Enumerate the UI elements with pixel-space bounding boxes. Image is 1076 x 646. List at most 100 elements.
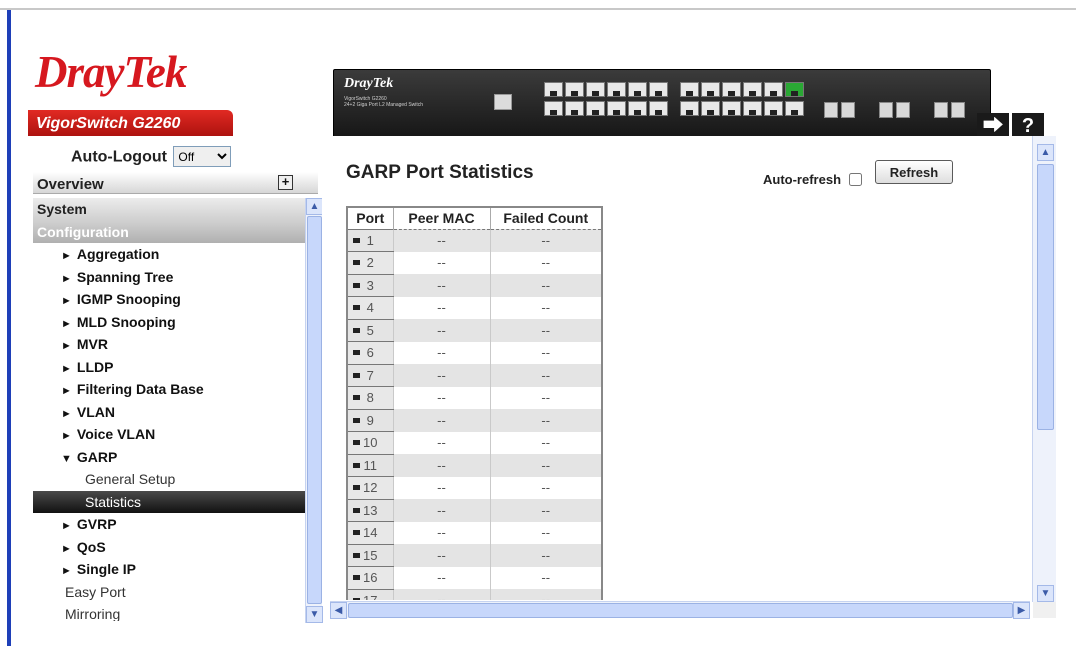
sidebar-scroll-thumb[interactable] <box>307 216 322 604</box>
sidebar-item-statistics[interactable]: Statistics <box>33 490 305 513</box>
port-icon[interactable] <box>607 101 626 116</box>
sfp-port-icon[interactable] <box>896 102 910 118</box>
table-row: 9 -- -- <box>346 408 602 432</box>
table-cell-mac: -- <box>393 454 491 477</box>
sidebar-item-spanning-tree[interactable]: ► Spanning Tree <box>33 266 305 289</box>
collapsed-arrow-icon: ► <box>61 317 72 330</box>
refresh-button[interactable]: Refresh <box>875 160 953 184</box>
scroll-left-icon[interactable]: ◀ <box>330 602 347 619</box>
sidebar-item-easy-port[interactable]: Easy Port <box>33 581 305 604</box>
table-row: 6 -- -- <box>346 341 602 365</box>
console-port <box>494 94 512 110</box>
sfp-port-icon[interactable] <box>841 102 855 118</box>
sidebar-item-aggregation[interactable]: ► Aggregation <box>33 243 305 266</box>
sidebar-item-filtering-data-base[interactable]: ► Filtering Data Base <box>33 378 305 401</box>
model-banner: VigorSwitch G2260 <box>28 110 233 138</box>
port-icon[interactable] <box>743 82 762 97</box>
header: DrayTek VigorSwitch G2260 DrayTek VigorS… <box>11 10 1076 141</box>
sidebar-item-label: General Setup <box>85 471 176 487</box>
sidebar-item-vlan[interactable]: ► VLAN <box>33 401 305 424</box>
port-icon[interactable] <box>565 82 584 97</box>
overview-label: Overview <box>37 176 104 193</box>
main-scroll-thumb[interactable] <box>1037 164 1054 430</box>
port-icon[interactable] <box>701 101 720 116</box>
sfp-port-icon[interactable] <box>879 102 893 118</box>
auto-refresh-label: Auto-refresh <box>763 172 842 187</box>
sidebar-item-configuration[interactable]: Configuration <box>33 220 305 243</box>
brand-logo-dray: Dray <box>35 47 124 97</box>
scroll-up-icon[interactable]: ▲ <box>1037 144 1054 161</box>
sidebar-item-mvr[interactable]: ► MVR <box>33 333 305 356</box>
port-icon[interactable] <box>628 82 647 97</box>
sfp-port-icon[interactable] <box>824 102 838 118</box>
scroll-down-icon[interactable]: ▼ <box>1037 585 1054 602</box>
auto-refresh-checkbox[interactable] <box>848 173 862 186</box>
table-body: 1 -- -- 2 -- -- 3 -- -- 4 -- -- 5 -- -- 6 -- -- 7 -- -- 8 -- --… <box>346 228 602 600</box>
port-icon[interactable] <box>544 82 563 97</box>
port-icon[interactable] <box>649 82 668 97</box>
table-row: 13 -- -- <box>346 498 602 522</box>
table-row: 1 -- -- <box>346 228 602 252</box>
sidebar-item-general-setup[interactable]: General Setup <box>33 468 305 491</box>
port-icon[interactable] <box>680 82 699 97</box>
scroll-down-icon[interactable]: ▼ <box>306 606 323 623</box>
sidebar-item-label: Filtering Data Base <box>76 381 204 397</box>
sidebar-item-single-ip[interactable]: ► Single IP <box>33 558 305 581</box>
port-icon[interactable] <box>785 101 804 116</box>
table-cell-failed: -- <box>490 409 602 432</box>
logout-icon: ⮕ <box>983 115 1003 137</box>
sidebar-item-label: IGMP Snooping <box>76 291 181 307</box>
sidebar-item-system[interactable]: System <box>33 198 305 221</box>
sidebar-item-garp[interactable]: ▼ GARP <box>33 446 305 469</box>
device-subtitle-line-2: 24+2 Giga Port L2 Managed Switch <box>344 102 424 108</box>
collapsed-arrow-icon: ► <box>61 520 72 532</box>
sidebar-item-gvrp[interactable]: ► GVRP <box>33 513 305 536</box>
port-icon[interactable] <box>764 82 783 97</box>
sidebar-item-label: Voice VLAN <box>76 426 156 442</box>
port-icon[interactable] <box>722 101 741 116</box>
table-cell-port: 15 <box>346 543 394 567</box>
sidebar-item-label: Statistics <box>85 493 142 510</box>
app-window: DrayTek VigorSwitch G2260 DrayTek VigorS… <box>0 0 1076 646</box>
port-icon[interactable] <box>628 101 647 116</box>
table-cell-port: 13 <box>346 498 394 522</box>
port-icon[interactable] <box>544 101 563 116</box>
sidebar-scrollbar[interactable]: ▲ ▼ <box>305 198 323 623</box>
sidebar-item-qos[interactable]: ► QoS <box>33 536 305 559</box>
sfp-port-icon[interactable] <box>934 102 948 118</box>
port-group-2 <box>680 82 804 116</box>
table-cell-failed: -- <box>490 499 602 522</box>
port-icon[interactable] <box>565 101 584 116</box>
sidebar-item-mld-snooping[interactable]: ► MLD Snooping <box>33 311 305 334</box>
column-header-port: Port <box>347 207 394 230</box>
horizontal-scroll-thumb[interactable] <box>348 603 1013 618</box>
page-title: GARP Port Statistics <box>346 162 534 183</box>
sfp-port-icon[interactable] <box>951 102 965 118</box>
port-icon[interactable] <box>701 82 720 97</box>
port-icon[interactable] <box>764 101 783 116</box>
sidebar-item-label: VLAN <box>76 403 116 420</box>
sidebar-item-lldp[interactable]: ► LLDP <box>33 356 305 379</box>
auto-logout-select[interactable]: Off <box>173 146 232 167</box>
port-icon[interactable] <box>722 82 741 97</box>
main-vertical-scrollbar[interactable]: ▲ ▼ <box>1032 136 1056 602</box>
scroll-up-icon[interactable]: ▲ <box>306 198 323 215</box>
port-icon[interactable] <box>586 101 605 116</box>
collapsed-arrow-icon: ► <box>61 542 72 555</box>
port-icon[interactable] <box>680 101 699 116</box>
sidebar-item-igmp-snooping[interactable]: ► IGMP Snooping <box>33 288 305 311</box>
port-active-icon[interactable] <box>785 82 804 97</box>
port-icon[interactable] <box>607 82 626 97</box>
table-cell-failed: -- <box>541 570 551 586</box>
overview-header[interactable]: Overview + <box>33 172 318 194</box>
port-icon[interactable] <box>586 82 605 97</box>
port-icon[interactable] <box>743 101 762 116</box>
expand-plus-icon[interactable]: + <box>278 175 293 190</box>
main-horizontal-scrollbar[interactable]: ◀ ▶ <box>330 601 1030 619</box>
scroll-right-icon[interactable]: ▶ <box>1013 602 1030 619</box>
port-icon[interactable] <box>649 101 668 116</box>
sfp-group-3 <box>934 102 965 118</box>
sidebar-item-mirroring[interactable]: Mirroring <box>33 603 305 621</box>
sidebar-item-voice-vlan[interactable]: ► Voice VLAN <box>33 423 305 446</box>
table-row: 14 -- -- <box>346 521 602 545</box>
